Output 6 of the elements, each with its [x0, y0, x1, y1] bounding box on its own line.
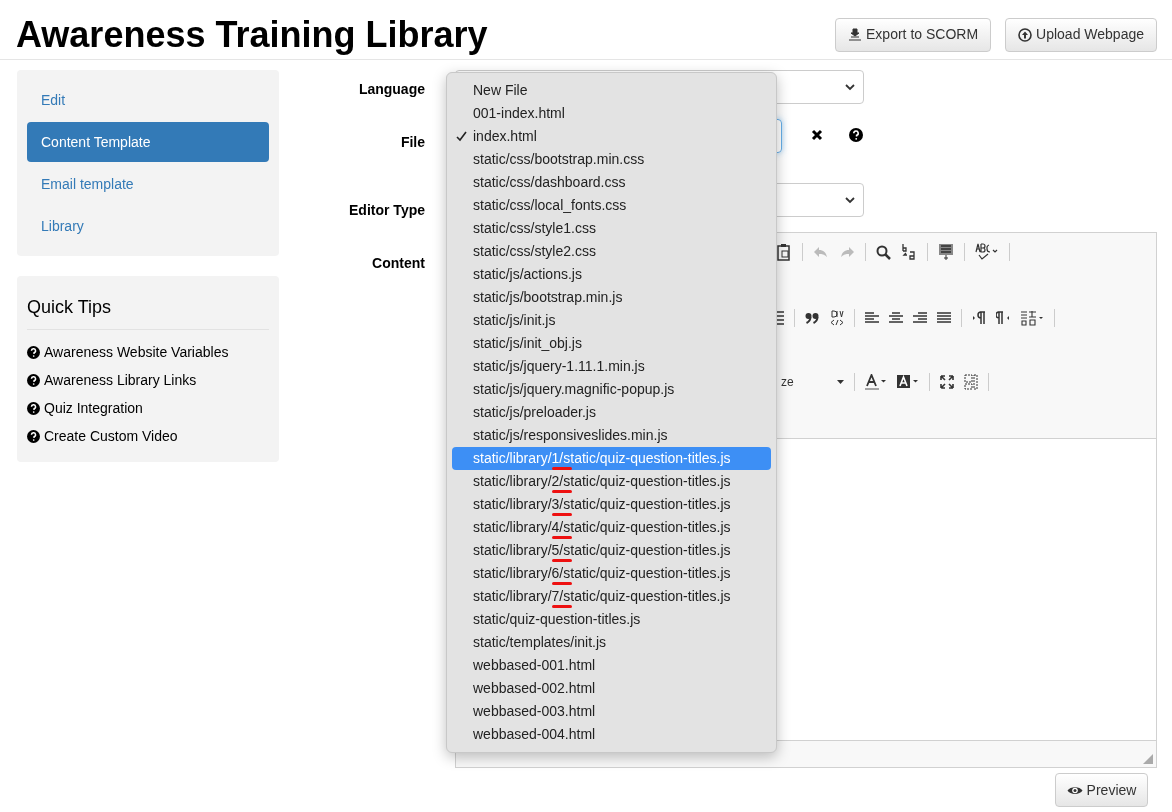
quick-tips-title: Quick Tips: [27, 294, 269, 330]
language-label: Language: [358, 80, 425, 99]
page-title: Awareness Training Library: [16, 16, 488, 53]
editor-type-label: Editor Type: [349, 201, 425, 220]
content-label: Content: [372, 254, 425, 273]
file-label: File: [400, 133, 425, 152]
